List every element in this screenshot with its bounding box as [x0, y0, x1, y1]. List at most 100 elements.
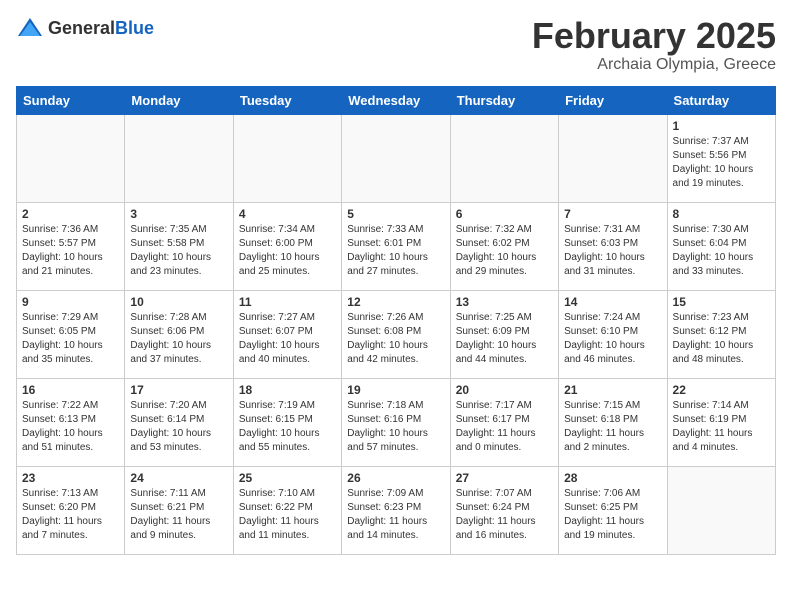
calendar-cell — [17, 114, 125, 202]
calendar-cell: 14 Sunrise: 7:24 AM Sunset: 6:10 PM Dayli… — [559, 290, 667, 378]
day-number: 3 — [130, 207, 227, 221]
day-number: 18 — [239, 383, 336, 397]
day-info: Sunrise: 7:35 AM Sunset: 5:58 PM Dayligh… — [130, 223, 227, 279]
day-number: 2 — [22, 207, 119, 221]
day-number: 8 — [673, 207, 770, 221]
calendar-cell: 27Sunrise: 7:07 AM Sunset: 6:24 PM Dayli… — [450, 466, 558, 554]
calendar-cell: 9 Sunrise: 7:29 AM Sunset: 6:05 PM Daylig… — [17, 290, 125, 378]
day-info: Sunrise: 7:31 AM Sunset: 6:03 PM Dayligh… — [564, 223, 661, 279]
logo-blue-text: Blue — [115, 18, 154, 38]
day-number: 14 — [564, 295, 661, 309]
calendar-cell: 28 Sunrise: 7:06 AM Sunset: 6:25 PM Dayli… — [559, 466, 667, 554]
day-info: Sunrise: 7:18 AM Sunset: 6:16 PM Dayligh… — [347, 399, 444, 455]
calendar-cell — [342, 114, 450, 202]
day-info: Sunrise: 7:09 AM Sunset: 6:23 PM Dayligh… — [347, 487, 444, 543]
day-number: 22 — [673, 383, 770, 397]
day-info: Sunrise: 7:10 AM Sunset: 6:22 PM Dayligh… — [239, 487, 336, 543]
logo-general-text: General — [48, 18, 115, 38]
calendar-cell: 21 Sunrise: 7:15 AM Sunset: 6:18 PM Dayli… — [559, 378, 667, 466]
calendar-week-row: 1 Sunrise: 7:37 AM Sunset: 5:56 PM Daylig… — [17, 114, 776, 202]
weekday-header: Thursday — [450, 86, 558, 114]
weekday-header: Tuesday — [233, 86, 341, 114]
calendar-cell: 18 Sunrise: 7:19 AM Sunset: 6:15 PM Dayli… — [233, 378, 341, 466]
day-number: 23 — [22, 471, 119, 485]
logo-icon — [16, 16, 44, 40]
day-number: 26 — [347, 471, 444, 485]
day-info: Sunrise: 7:27 AM Sunset: 6:07 PM Dayligh… — [239, 311, 336, 367]
weekday-header: Wednesday — [342, 86, 450, 114]
day-info: Sunrise: 7:24 AM Sunset: 6:10 PM Dayligh… — [564, 311, 661, 367]
weekday-header: Saturday — [667, 86, 775, 114]
calendar-cell — [125, 114, 233, 202]
day-info: Sunrise: 7:22 AM Sunset: 6:13 PM Dayligh… — [22, 399, 119, 455]
day-info: Sunrise: 7:33 AM Sunset: 6:01 PM Dayligh… — [347, 223, 444, 279]
calendar-cell: 24 Sunrise: 7:11 AM Sunset: 6:21 PM Dayli… — [125, 466, 233, 554]
calendar-week-row: 23 Sunrise: 7:13 AM Sunset: 6:20 PM Dayli… — [17, 466, 776, 554]
calendar-location: Archaia Olympia, Greece — [532, 56, 776, 74]
day-number: 10 — [130, 295, 227, 309]
day-info: Sunrise: 7:23 AM Sunset: 6:12 PM Dayligh… — [673, 311, 770, 367]
day-number: 6 — [456, 207, 553, 221]
calendar-cell: 22 Sunrise: 7:14 AM Sunset: 6:19 PM Dayli… — [667, 378, 775, 466]
day-info: Sunrise: 7:29 AM Sunset: 6:05 PM Dayligh… — [22, 311, 119, 367]
calendar-cell: 8 Sunrise: 7:30 AM Sunset: 6:04 PM Daylig… — [667, 202, 775, 290]
day-info: Sunrise: 7:32 AM Sunset: 6:02 PM Dayligh… — [456, 223, 553, 279]
day-info: Sunrise: 7:37 AM Sunset: 5:56 PM Dayligh… — [673, 135, 770, 191]
day-number: 12 — [347, 295, 444, 309]
day-info: Sunrise: 7:30 AM Sunset: 6:04 PM Dayligh… — [673, 223, 770, 279]
calendar-cell — [559, 114, 667, 202]
calendar-cell — [450, 114, 558, 202]
day-info: Sunrise: 7:17 AM Sunset: 6:17 PM Dayligh… — [456, 399, 553, 455]
day-info: Sunrise: 7:14 AM Sunset: 6:19 PM Dayligh… — [673, 399, 770, 455]
day-number: 1 — [673, 119, 770, 133]
day-number: 21 — [564, 383, 661, 397]
day-info: Sunrise: 7:36 AM Sunset: 5:57 PM Dayligh… — [22, 223, 119, 279]
calendar-cell: 13Sunrise: 7:25 AM Sunset: 6:09 PM Dayli… — [450, 290, 558, 378]
weekday-header: Friday — [559, 86, 667, 114]
calendar-week-row: 2 Sunrise: 7:36 AM Sunset: 5:57 PM Daylig… — [17, 202, 776, 290]
day-number: 24 — [130, 471, 227, 485]
day-info: Sunrise: 7:20 AM Sunset: 6:14 PM Dayligh… — [130, 399, 227, 455]
calendar-week-row: 16 Sunrise: 7:22 AM Sunset: 6:13 PM Dayli… — [17, 378, 776, 466]
day-number: 15 — [673, 295, 770, 309]
calendar-cell — [233, 114, 341, 202]
day-number: 4 — [239, 207, 336, 221]
day-info: Sunrise: 7:07 AM Sunset: 6:24 PM Dayligh… — [456, 487, 553, 543]
day-number: 20 — [456, 383, 553, 397]
day-info: Sunrise: 7:19 AM Sunset: 6:15 PM Dayligh… — [239, 399, 336, 455]
day-info: Sunrise: 7:15 AM Sunset: 6:18 PM Dayligh… — [564, 399, 661, 455]
calendar-table: SundayMondayTuesdayWednesdayThursdayFrid… — [16, 86, 776, 555]
calendar-cell: 10 Sunrise: 7:28 AM Sunset: 6:06 PM Dayli… — [125, 290, 233, 378]
calendar-cell: 3 Sunrise: 7:35 AM Sunset: 5:58 PM Daylig… — [125, 202, 233, 290]
calendar-cell: 19 Sunrise: 7:18 AM Sunset: 6:16 PM Dayli… — [342, 378, 450, 466]
calendar-cell: 6 Sunrise: 7:32 AM Sunset: 6:02 PM Daylig… — [450, 202, 558, 290]
day-info: Sunrise: 7:34 AM Sunset: 6:00 PM Dayligh… — [239, 223, 336, 279]
calendar-cell: 12Sunrise: 7:26 AM Sunset: 6:08 PM Dayli… — [342, 290, 450, 378]
page-header: GeneralBlue February 2025 Archaia Olympi… — [16, 16, 776, 74]
calendar-cell: 5Sunrise: 7:33 AM Sunset: 6:01 PM Daylig… — [342, 202, 450, 290]
day-info: Sunrise: 7:06 AM Sunset: 6:25 PM Dayligh… — [564, 487, 661, 543]
calendar-title: February 2025 — [532, 16, 776, 56]
day-number: 17 — [130, 383, 227, 397]
day-number: 28 — [564, 471, 661, 485]
title-block: February 2025 Archaia Olympia, Greece — [532, 16, 776, 74]
calendar-cell: 17 Sunrise: 7:20 AM Sunset: 6:14 PM Dayli… — [125, 378, 233, 466]
calendar-cell — [667, 466, 775, 554]
day-number: 11 — [239, 295, 336, 309]
day-number: 19 — [347, 383, 444, 397]
day-info: Sunrise: 7:25 AM Sunset: 6:09 PM Dayligh… — [456, 311, 553, 367]
calendar-week-row: 9 Sunrise: 7:29 AM Sunset: 6:05 PM Daylig… — [17, 290, 776, 378]
calendar-cell: 26 Sunrise: 7:09 AM Sunset: 6:23 PM Dayli… — [342, 466, 450, 554]
day-number: 7 — [564, 207, 661, 221]
calendar-cell: 16 Sunrise: 7:22 AM Sunset: 6:13 PM Dayli… — [17, 378, 125, 466]
calendar-header-row: SundayMondayTuesdayWednesdayThursdayFrid… — [17, 86, 776, 114]
calendar-cell: 7 Sunrise: 7:31 AM Sunset: 6:03 PM Daylig… — [559, 202, 667, 290]
day-number: 9 — [22, 295, 119, 309]
day-number: 16 — [22, 383, 119, 397]
weekday-header: Monday — [125, 86, 233, 114]
day-info: Sunrise: 7:11 AM Sunset: 6:21 PM Dayligh… — [130, 487, 227, 543]
calendar-cell: 4 Sunrise: 7:34 AM Sunset: 6:00 PM Daylig… — [233, 202, 341, 290]
calendar-cell: 20 Sunrise: 7:17 AM Sunset: 6:17 PM Dayli… — [450, 378, 558, 466]
day-info: Sunrise: 7:13 AM Sunset: 6:20 PM Dayligh… — [22, 487, 119, 543]
day-info: Sunrise: 7:28 AM Sunset: 6:06 PM Dayligh… — [130, 311, 227, 367]
